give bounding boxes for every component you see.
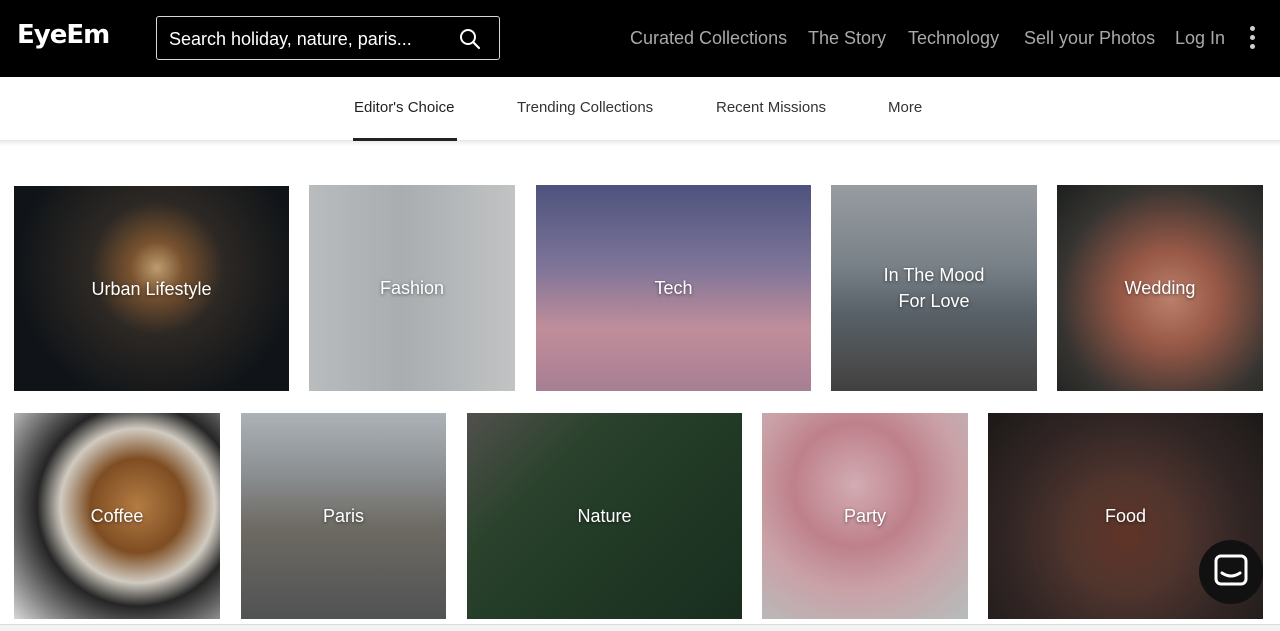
sub-navigation: Editor's Choice Trending Collections Rec…: [0, 77, 1280, 141]
collection-tile-wedding[interactable]: Wedding: [1057, 185, 1263, 391]
collection-tile-urban-lifestyle[interactable]: Urban Lifestyle: [14, 186, 289, 391]
search-box[interactable]: [156, 16, 500, 60]
logo[interactable]: EyeEm: [17, 20, 110, 50]
collection-tile-coffee[interactable]: Coffee: [14, 413, 220, 619]
tab-recent-missions[interactable]: Recent Missions: [716, 99, 826, 116]
more-vertical-icon[interactable]: [1244, 26, 1260, 54]
tile-label: Paris: [322, 506, 364, 526]
collection-tile-tech[interactable]: Tech: [536, 185, 811, 391]
tile-label: Fashion: [379, 278, 445, 298]
tab-editors-choice[interactable]: Editor's Choice: [354, 99, 454, 116]
nav-the-story[interactable]: The Story: [808, 28, 886, 49]
nav-sell-your-photos[interactable]: Sell your Photos: [1024, 28, 1155, 49]
tile-label: Wedding: [1124, 278, 1196, 298]
collection-tile-paris[interactable]: Paris: [241, 413, 446, 619]
chat-icon: [1214, 554, 1248, 586]
tile-label: Nature: [577, 506, 632, 526]
subnav-shadow: [0, 141, 1280, 146]
collection-tile-nature[interactable]: Nature: [467, 413, 742, 619]
tile-label: Urban Lifestyle: [91, 278, 212, 299]
collection-tile-fashion[interactable]: Fashion: [309, 185, 515, 391]
tile-label: Coffee: [90, 506, 144, 526]
nav-technology[interactable]: Technology: [908, 28, 999, 49]
tile-label: Party: [843, 506, 886, 526]
nav-log-in[interactable]: Log In: [1175, 28, 1225, 49]
tile-label: In The Mood For Love: [883, 265, 985, 311]
page-bottom-edge: [0, 624, 1280, 631]
tab-trending-collections[interactable]: Trending Collections: [517, 99, 653, 116]
collection-tile-party[interactable]: Party: [762, 413, 968, 619]
chat-button[interactable]: [1199, 540, 1263, 604]
search-input[interactable]: [169, 27, 449, 51]
top-header: EyeEm Curated Collections The Story Tech…: [0, 0, 1280, 77]
tab-more[interactable]: More: [888, 99, 922, 116]
search-icon[interactable]: [459, 28, 481, 50]
nav-curated-collections[interactable]: Curated Collections: [630, 28, 787, 49]
tile-label: Food: [1104, 506, 1147, 526]
tile-label: Tech: [654, 278, 693, 298]
collection-tile-in-the-mood-for-love[interactable]: In The Mood For Love: [831, 185, 1037, 391]
